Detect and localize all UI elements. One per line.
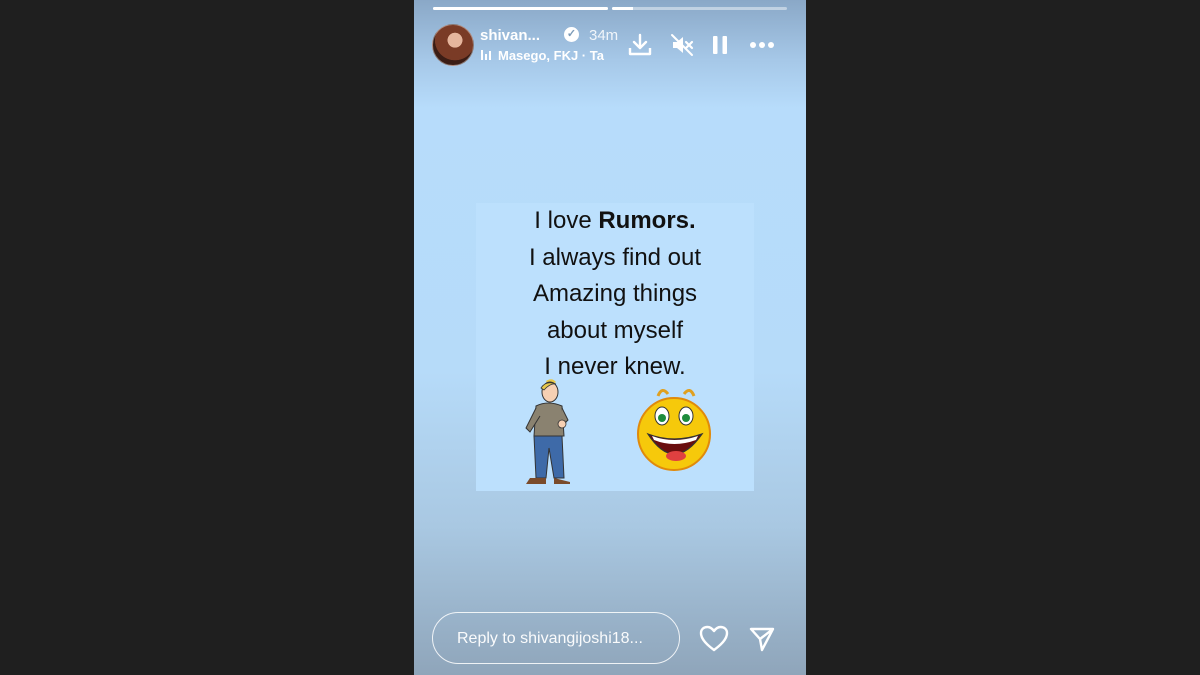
quote-line-1-text: I love	[534, 207, 599, 234]
heart-icon	[699, 625, 729, 652]
post-time: 34m	[589, 27, 619, 44]
progress-fill	[612, 7, 633, 10]
story-image: I love Rumors. I always find out Amazing…	[476, 203, 754, 491]
progress-fill	[433, 7, 608, 10]
story-header: shivan... ✓ 34m Masego, FKJ · Ta	[432, 24, 788, 68]
music-track[interactable]: Masego, FKJ · Ta	[498, 48, 624, 63]
reply-input[interactable]	[455, 613, 669, 665]
quote-line-2: I always find out	[528, 243, 702, 271]
send-icon	[749, 627, 775, 652]
verified-icon: ✓	[564, 27, 579, 42]
username[interactable]: shivan...	[480, 27, 540, 44]
share-button[interactable]	[746, 623, 778, 655]
more-icon	[750, 42, 774, 48]
avatar[interactable]	[432, 24, 474, 66]
like-button[interactable]	[698, 623, 730, 655]
quote-line-3: Amazing things	[532, 280, 698, 307]
story-viewer: shivan... ✓ 34m Masego, FKJ · Ta I love …	[414, 0, 806, 675]
music-bars-icon	[481, 50, 491, 60]
story-progress	[433, 7, 787, 10]
laughing-smiley-illustration	[637, 389, 711, 471]
progress-segment	[433, 7, 608, 10]
progress-segment	[612, 7, 787, 10]
quote-text: I love Rumors. I always find out Amazing…	[476, 203, 754, 386]
download-button[interactable]	[626, 31, 654, 59]
quote-line-1-bold: Rumors.	[598, 207, 696, 234]
more-options-button[interactable]	[748, 31, 776, 59]
quote-line-4: about myself	[546, 316, 684, 344]
reply-box[interactable]	[432, 612, 680, 665]
thumbs-up-man-illustration	[525, 379, 570, 484]
pause-icon	[713, 36, 727, 54]
quote-line-1: I love Rumors.	[476, 203, 754, 240]
pause-button[interactable]	[706, 31, 734, 59]
mute-button[interactable]	[668, 31, 696, 59]
mute-icon	[671, 34, 694, 56]
download-icon	[628, 33, 652, 56]
